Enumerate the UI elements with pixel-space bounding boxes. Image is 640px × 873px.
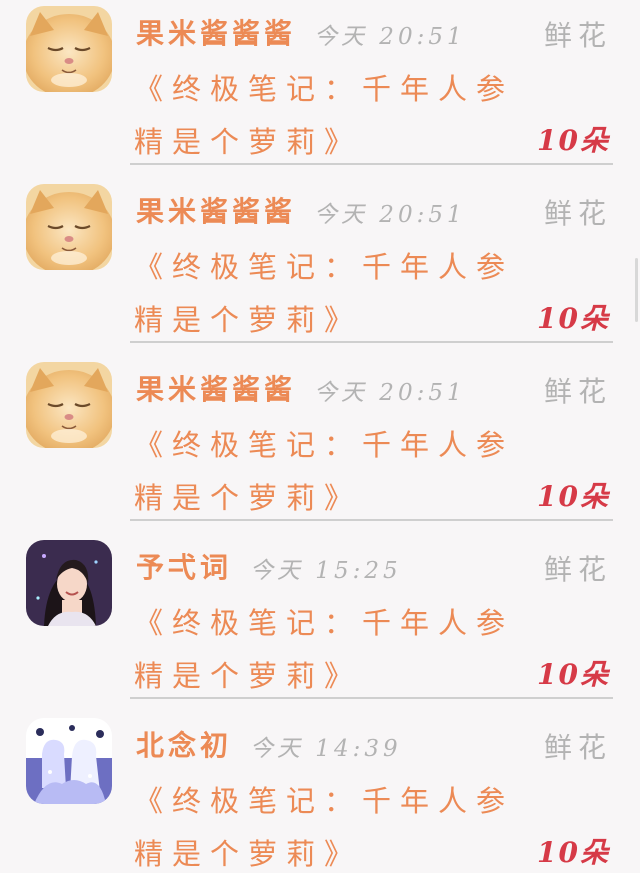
gift-record-item[interactable]: 北念初 今天 14:39 鲜花 《终极笔记：千年人参 精是个萝莉》 10朵 <box>0 712 640 873</box>
username[interactable]: 果米酱酱酱 <box>136 190 296 230</box>
kitten-avatar-icon <box>26 6 112 92</box>
gift-record-item[interactable]: 果米酱酱酱 今天 20:51 鲜花 《终极笔记：千年人参 精是个萝莉》 10朵 <box>0 0 640 178</box>
avatar[interactable] <box>26 718 112 804</box>
woman-portrait-avatar-icon <box>26 540 112 626</box>
avatar[interactable] <box>26 6 112 92</box>
timestamp: 今天 20:51 <box>314 202 466 228</box>
username[interactable]: 予弌词 <box>136 546 232 586</box>
message-line-1: 《终极笔记：千年人参 <box>134 606 515 640</box>
divider <box>130 519 613 521</box>
gift-record-item[interactable]: 予弌词 今天 15:25 鲜花 《终极笔记：千年人参 精是个萝莉》 10朵 <box>0 534 640 712</box>
gift-count: 10朵 <box>537 124 610 157</box>
scrollbar[interactable] <box>635 258 638 322</box>
gift-count: 10朵 <box>537 658 610 691</box>
divider <box>130 341 613 343</box>
kitten-avatar-icon <box>26 184 112 270</box>
username[interactable]: 果米酱酱酱 <box>136 12 296 52</box>
avatar[interactable] <box>26 362 112 448</box>
message-line-2: 精是个萝莉》 <box>134 481 363 515</box>
message-line-1: 《终极笔记：千年人参 <box>134 428 515 462</box>
gift-name: 鲜花 <box>543 197 612 230</box>
avatar[interactable] <box>26 540 112 626</box>
gift-count: 10朵 <box>537 480 610 513</box>
username[interactable]: 北念初 <box>136 724 232 764</box>
timestamp: 今天 14:39 <box>250 736 402 762</box>
gift-count: 10朵 <box>537 836 610 869</box>
avatar[interactable] <box>26 184 112 270</box>
divider <box>130 697 613 699</box>
gift-name: 鲜花 <box>543 731 612 764</box>
message-line-1: 《终极笔记：千年人参 <box>134 72 515 106</box>
message-line-1: 《终极笔记：千年人参 <box>134 250 515 284</box>
timestamp: 今天 15:25 <box>250 558 402 584</box>
message-line-2: 精是个萝莉》 <box>134 837 363 871</box>
timestamp: 今天 20:51 <box>314 24 466 50</box>
divider <box>130 163 613 165</box>
message-line-2: 精是个萝莉》 <box>134 303 363 337</box>
kitten-avatar-icon <box>26 362 112 448</box>
message-line-2: 精是个萝莉》 <box>134 125 363 159</box>
gift-count: 10朵 <box>537 302 610 335</box>
gift-name: 鲜花 <box>543 375 612 408</box>
anime-characters-avatar-icon <box>26 718 112 804</box>
username[interactable]: 果米酱酱酱 <box>136 368 296 408</box>
gift-record-list: 果米酱酱酱 今天 20:51 鲜花 《终极笔记：千年人参 精是个萝莉》 10朵 … <box>0 0 640 873</box>
timestamp: 今天 20:51 <box>314 380 466 406</box>
gift-record-item[interactable]: 果米酱酱酱 今天 20:51 鲜花 《终极笔记：千年人参 精是个萝莉》 10朵 <box>0 356 640 534</box>
gift-name: 鲜花 <box>543 553 612 586</box>
gift-name: 鲜花 <box>543 19 612 52</box>
message-line-1: 《终极笔记：千年人参 <box>134 784 515 818</box>
message-line-2: 精是个萝莉》 <box>134 659 363 693</box>
gift-record-item[interactable]: 果米酱酱酱 今天 20:51 鲜花 《终极笔记：千年人参 精是个萝莉》 10朵 <box>0 178 640 356</box>
